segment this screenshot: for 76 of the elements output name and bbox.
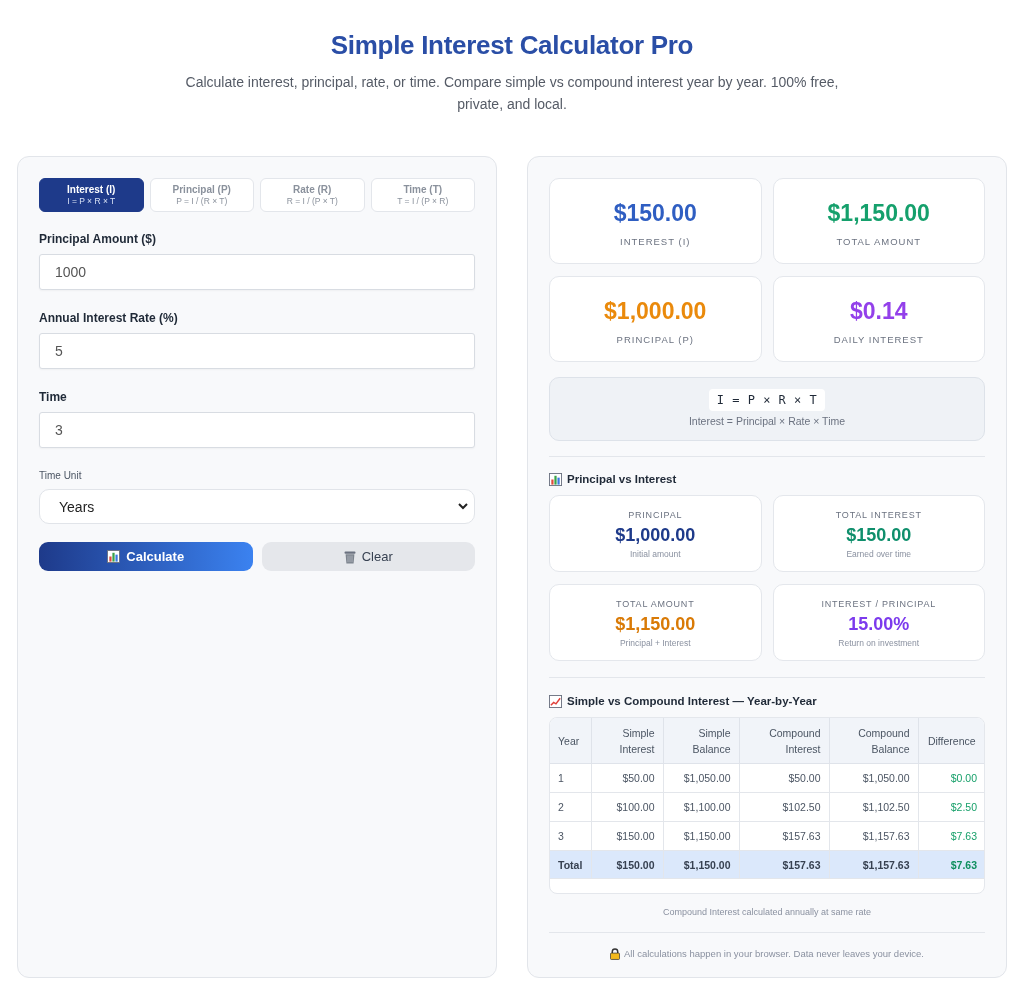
result-label: DAILY INTEREST — [833, 333, 924, 347]
table-cell: 2 — [550, 792, 591, 822]
table-cell: $150.00 — [591, 850, 663, 879]
table-cell: $1,100.00 — [663, 792, 739, 822]
table-cell: 1 — [550, 763, 591, 793]
table-cell: $102.50 — [739, 792, 829, 822]
chevron-down-icon — [458, 503, 468, 510]
result-value: $1,000.00 — [604, 297, 707, 325]
page-title: Simple Interest Calculator Pro — [330, 29, 694, 62]
breakdown-note: Return on investment — [838, 637, 920, 649]
column-header: Difference — [918, 718, 984, 764]
privacy-note: All calculations happen in your browser. Data never leaves your device. — [624, 947, 924, 960]
table-cell: $1,050.00 — [829, 763, 918, 793]
table-cell: $150.00 — [591, 821, 663, 851]
trash-can-icon — [343, 549, 356, 564]
formula-expression: I = P × R × T — [708, 389, 826, 411]
breakdown-value: $1,150.00 — [615, 613, 696, 635]
unit-select[interactable]: Years — [39, 489, 475, 524]
table-cell: $2.50 — [918, 792, 984, 822]
bar-chart-icon — [107, 550, 121, 563]
number-input[interactable]: 5 — [39, 333, 475, 369]
result-value: $150.00 — [613, 199, 697, 227]
table-cell: $50.00 — [591, 763, 663, 793]
calculate-button[interactable]: Calculate — [39, 542, 253, 571]
field-label: Time — [39, 389, 68, 405]
mode-tab[interactable]: Interest (I) I = P × R × T — [39, 178, 144, 212]
table-cell: $157.63 — [739, 850, 829, 879]
breakdown-value: $150.00 — [846, 524, 912, 546]
field-label: Principal Amount ($) — [39, 231, 157, 247]
column-header: Simple Balance — [663, 718, 739, 764]
breakdown-note: Earned over time — [846, 548, 912, 560]
result-label: PRINCIPAL (P) — [616, 333, 694, 347]
table-cell: $1,102.50 — [829, 792, 918, 822]
breakdown-label: TOTAL INTEREST — [835, 509, 922, 521]
column-header: Simple Interest — [591, 718, 663, 764]
bar-chart-icon — [549, 472, 562, 486]
table-cell: 3 — [550, 821, 591, 851]
breakdown-note: Initial amount — [629, 548, 681, 560]
padlock-icon — [610, 947, 620, 960]
table-cell: $1,157.63 — [829, 821, 918, 851]
table-cell: $1,150.00 — [663, 850, 739, 879]
field-label: Time Unit — [39, 469, 83, 482]
formula-description: Interest = Principal × Rate × Time — [688, 414, 846, 428]
table-cell: Total — [550, 850, 591, 879]
number-input[interactable]: 1000 — [39, 254, 475, 290]
table-cell: $100.00 — [591, 792, 663, 822]
column-header: Compound Interest — [739, 718, 829, 764]
table-cell: $7.63 — [918, 821, 984, 851]
result-value: $1,150.00 — [827, 199, 930, 227]
table-cell: $1,050.00 — [663, 763, 739, 793]
table-cell: $157.63 — [739, 821, 829, 851]
breakdown-label: INTEREST / PRINCIPAL — [821, 598, 937, 610]
table-cell: $7.63 — [918, 850, 984, 879]
result-value: $0.14 — [849, 297, 908, 325]
number-input[interactable]: 3 — [39, 412, 475, 448]
breakdown-label: PRINCIPAL — [628, 509, 683, 521]
page-subtitle: Calculate interest, principal, rate, or time. Compare simple vs compound interest year by year. 100% free, private, and local. — [184, 73, 840, 114]
column-header: Compound Balance — [829, 718, 918, 764]
result-label: INTEREST (I) — [620, 235, 691, 249]
field-label: Annual Interest Rate (%) — [39, 310, 179, 326]
line-chart-icon — [549, 694, 562, 708]
breakdown-label: TOTAL AMOUNT — [616, 598, 695, 610]
table-footnote: Compound Interest calculated annually at same rate — [661, 906, 873, 918]
table-cell: $50.00 — [739, 763, 829, 793]
section-heading: Simple vs Compound Interest — Year-by-Year — [567, 694, 817, 709]
table-cell: $1,157.63 — [829, 850, 918, 879]
result-label: TOTAL AMOUNT — [836, 235, 922, 249]
table-cell: $1,150.00 — [663, 821, 739, 851]
breakdown-note: Principal + Interest — [619, 637, 691, 649]
breakdown-value: 15.00% — [848, 613, 910, 635]
column-header: Year — [550, 718, 591, 764]
breakdown-value: $1,000.00 — [615, 524, 696, 546]
mode-tab[interactable]: Time (T) T = I / (P × R) — [370, 178, 475, 212]
table-cell: $0.00 — [918, 763, 984, 793]
clear-button[interactable]: Clear — [261, 542, 475, 571]
section-heading: Principal vs Interest — [567, 472, 677, 487]
